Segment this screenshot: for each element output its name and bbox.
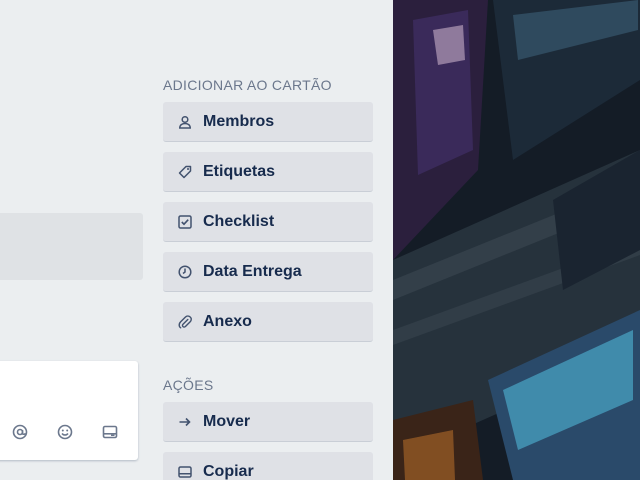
paperclip-icon <box>177 314 193 330</box>
card-detail-panel: ADICIONAR AO CARTÃO Membros Etiquetas Ch… <box>0 0 393 480</box>
labels-label: Etiquetas <box>203 162 276 180</box>
attachment-label: Anexo <box>203 312 252 330</box>
actions-heading: AÇÕES <box>163 377 214 393</box>
clock-icon <box>177 264 193 280</box>
move-button[interactable]: Mover <box>163 402 373 442</box>
copy-button[interactable]: Copiar <box>163 452 373 480</box>
move-label: Mover <box>203 412 251 430</box>
labels-button[interactable]: Etiquetas <box>163 152 373 192</box>
checklist-label: Checklist <box>203 212 275 230</box>
description-placeholder[interactable] <box>0 213 143 280</box>
arrow-right-icon <box>177 414 193 430</box>
card-icon <box>177 464 193 480</box>
members-label: Membros <box>203 112 275 130</box>
tag-icon <box>177 164 193 180</box>
attachment-button[interactable]: Anexo <box>163 302 373 342</box>
due-date-label: Data Entrega <box>203 262 302 280</box>
comment-composer[interactable] <box>0 361 138 460</box>
copy-label: Copiar <box>203 462 254 480</box>
person-icon <box>177 114 193 130</box>
add-to-card-heading: ADICIONAR AO CARTÃO <box>163 77 332 93</box>
at-sign-icon[interactable] <box>11 423 29 441</box>
emoji-icon[interactable] <box>56 423 74 441</box>
due-date-button[interactable]: Data Entrega <box>163 252 373 292</box>
checklist-button[interactable]: Checklist <box>163 202 373 242</box>
card-icon[interactable] <box>101 423 119 441</box>
checklist-icon <box>177 214 193 230</box>
background-photo <box>393 0 640 480</box>
members-button[interactable]: Membros <box>163 102 373 142</box>
